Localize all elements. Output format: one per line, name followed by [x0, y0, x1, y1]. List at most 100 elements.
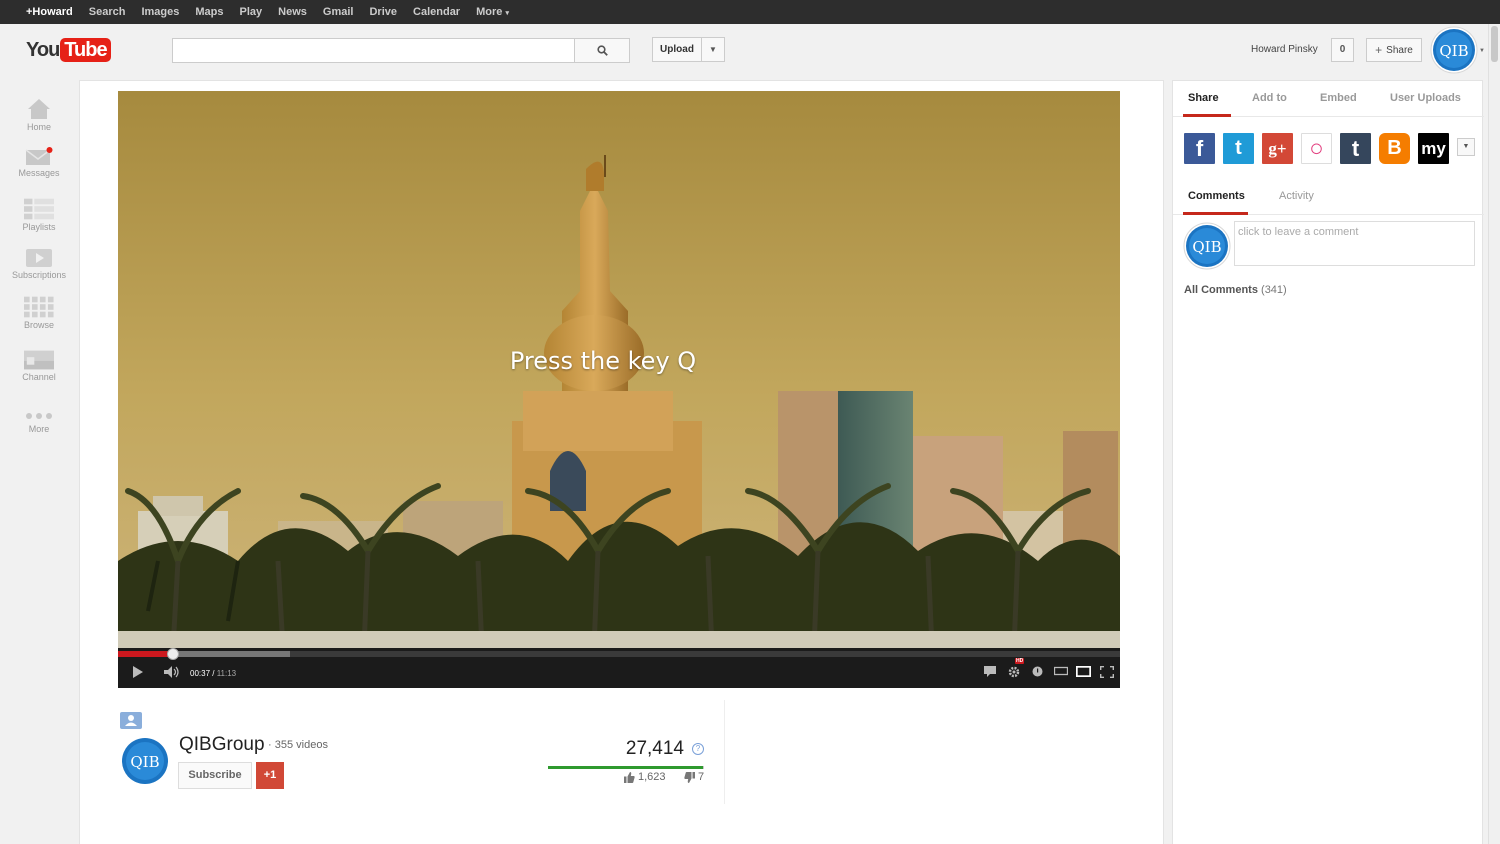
twitter-share-button[interactable]: t: [1223, 133, 1254, 164]
channel-video-count-text: 355 videos: [274, 739, 328, 751]
blogger-share-button[interactable]: B: [1379, 133, 1410, 164]
gbar-search-link[interactable]: Search: [89, 6, 126, 18]
search-icon: [596, 45, 608, 56]
all-comments-heading: All Comments (341): [1184, 284, 1287, 296]
gbar-drive-link[interactable]: Drive: [369, 6, 397, 18]
gbar-gmail-link[interactable]: Gmail: [323, 6, 354, 18]
time-display: 00:37 / 11:13: [190, 669, 237, 678]
guide-item-channel[interactable]: Channel: [0, 342, 78, 382]
tab-embed[interactable]: Embed: [1320, 92, 1357, 104]
comment-avatar-text: QIB: [1192, 238, 1221, 256]
chevron-down-icon[interactable]: ▼: [702, 45, 724, 54]
help-icon[interactable]: ?: [692, 743, 704, 755]
fullscreen-icon[interactable]: [1100, 666, 1114, 678]
tab-activity[interactable]: Activity: [1279, 190, 1314, 202]
like-bar-fill: [548, 766, 704, 769]
volume-icon[interactable]: [164, 666, 180, 678]
guide-item-label: Home: [26, 122, 51, 132]
gbar-profile-link[interactable]: +Howard: [26, 6, 73, 18]
search-button[interactable]: [574, 38, 630, 63]
video-player[interactable]: Press the key Q 00:37 / 11:13 HD: [118, 91, 1120, 688]
chevron-down-icon: ▾: [505, 10, 509, 17]
guide-item-label: Browse: [23, 320, 54, 330]
more-share-options-button[interactable]: ▼: [1457, 138, 1475, 156]
page-scrollbar[interactable]: [1488, 24, 1500, 844]
messages-icon: [25, 147, 53, 165]
guide-item-label: Channel: [22, 372, 56, 382]
facebook-share-button[interactable]: f: [1184, 133, 1215, 164]
home-icon: [28, 99, 50, 119]
current-time: 00:37: [190, 669, 211, 678]
divider: [724, 700, 725, 804]
like-count: 1,623: [638, 771, 666, 783]
view-count: 27,414: [625, 738, 684, 759]
duration: 11:13: [216, 669, 237, 678]
user-name[interactable]: Howard Pinsky: [1251, 44, 1318, 55]
gbar-calendar-link[interactable]: Calendar: [413, 6, 460, 18]
comment-tabs: Comments Activity: [1173, 179, 1484, 215]
channel-badge-icon[interactable]: [120, 712, 142, 729]
comment-avatar: QIB: [1183, 222, 1231, 270]
search-input[interactable]: [172, 38, 575, 63]
scrollbar-thumb[interactable]: [1491, 26, 1498, 62]
progress-bar[interactable]: [118, 648, 1120, 660]
guide-item-messages[interactable]: Messages: [0, 138, 78, 178]
progress-scrubber[interactable]: [167, 648, 180, 660]
share-button[interactable]: + Share: [1366, 38, 1422, 62]
thumbs-down-icon: [684, 771, 695, 783]
avatar[interactable]: QIB: [1430, 26, 1478, 74]
playlists-icon: [24, 198, 54, 220]
guide-item-subscriptions[interactable]: Subscriptions: [0, 240, 78, 280]
plus-one-button[interactable]: +1: [256, 762, 284, 789]
video-overlay-text: Press the key Q: [509, 347, 697, 375]
tab-add-to[interactable]: Add to: [1252, 92, 1287, 104]
plus-icon: +: [1375, 43, 1383, 57]
play-icon[interactable]: [132, 666, 144, 678]
upload-button[interactable]: Upload ▼: [652, 37, 725, 62]
gbar-play-link[interactable]: Play: [240, 6, 263, 18]
like-button[interactable]: 1,623: [624, 771, 666, 783]
tab-share[interactable]: Share: [1188, 92, 1219, 104]
channel-avatar[interactable]: QIB: [120, 736, 170, 786]
small-player-icon[interactable]: [1054, 666, 1068, 676]
right-panel: Share Add to Embed User Uploads f t g+ ○…: [1172, 80, 1484, 844]
tab-user-uploads[interactable]: User Uploads: [1390, 92, 1461, 104]
large-player-icon[interactable]: [1076, 666, 1091, 677]
comment-input[interactable]: [1234, 221, 1475, 266]
share-button-label: Share: [1386, 44, 1413, 56]
gbar-more-link[interactable]: More ▾: [476, 6, 509, 18]
channel-name[interactable]: QIBGroup: [179, 734, 265, 756]
guide-item-home[interactable]: Home: [0, 92, 78, 132]
dislike-button[interactable]: 7: [684, 771, 704, 783]
myspace-icon: my: [1421, 138, 1446, 158]
chevron-down-icon[interactable]: ▼: [1479, 48, 1485, 54]
google-plus-icon: g+: [1268, 138, 1287, 158]
dislike-count: 7: [698, 771, 705, 783]
orkut-share-button[interactable]: ○: [1301, 133, 1332, 164]
guide-item-playlists[interactable]: Playlists: [0, 192, 78, 232]
google-plus-share-button[interactable]: g+: [1262, 133, 1293, 164]
channel-icon: [24, 350, 54, 370]
annotations-icon[interactable]: [1032, 666, 1043, 677]
like-dislike-bar: [548, 766, 704, 769]
google-bar: +Howard Search Images Maps Play News Gma…: [0, 0, 1500, 24]
gear-icon[interactable]: [1008, 666, 1020, 678]
subscribe-button[interactable]: Subscribe: [178, 762, 252, 789]
all-comments-label: All Comments: [1184, 284, 1258, 296]
gbar-maps-link[interactable]: Maps: [195, 6, 223, 18]
thumbs-up-icon: [624, 771, 635, 783]
subscriptions-icon: [26, 249, 52, 267]
youtube-logo[interactable]: You Tube: [26, 38, 111, 62]
captions-icon[interactable]: [984, 666, 996, 677]
notification-count-button[interactable]: 0: [1331, 38, 1354, 62]
channel-video-count[interactable]: · 355 videos: [268, 739, 328, 751]
guide-item-more[interactable]: More: [0, 394, 78, 434]
myspace-share-button[interactable]: my: [1418, 133, 1449, 164]
chevron-down-icon: ▼: [1462, 143, 1470, 150]
tab-comments[interactable]: Comments: [1188, 190, 1245, 202]
guide-item-browse[interactable]: Browse: [0, 290, 78, 330]
gbar-news-link[interactable]: News: [278, 6, 307, 18]
player-controls: 00:37 / 11:13 HD: [118, 648, 1120, 688]
tumblr-share-button[interactable]: t: [1340, 133, 1371, 164]
gbar-images-link[interactable]: Images: [141, 6, 179, 18]
